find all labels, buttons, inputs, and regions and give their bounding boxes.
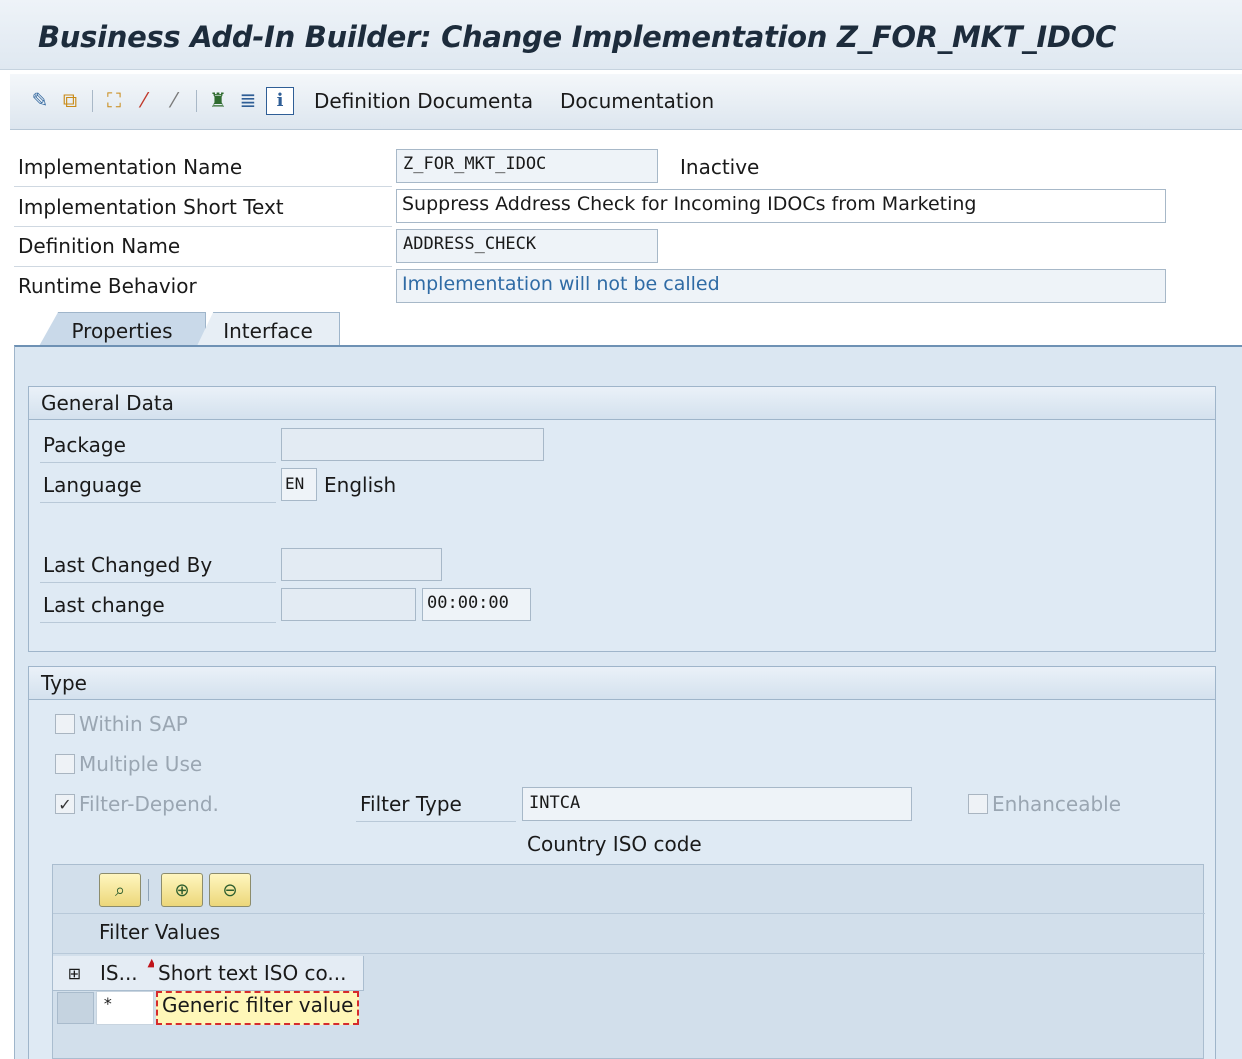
short-text-label: Implementation Short Text [18, 195, 284, 219]
select-all-icon[interactable]: ⊞ [53, 956, 97, 991]
short-text-field[interactable]: Suppress Address Check for Incoming IDOC… [396, 189, 1166, 223]
package-label: Package [43, 433, 126, 457]
short-text-cell: Generic filter value [156, 991, 359, 1025]
last-changed-by-field [281, 548, 442, 581]
multiple-use-checkbox[interactable] [55, 754, 75, 774]
tab-properties[interactable]: Properties [38, 312, 206, 348]
within-sap-checkbox[interactable] [55, 714, 75, 734]
filter-type-field: INTCA [522, 787, 912, 821]
enhanceable-label: Enhanceable [992, 792, 1122, 816]
definition-documentation-button[interactable]: Definition Documenta [314, 89, 533, 113]
divider [40, 622, 276, 623]
divider [40, 462, 276, 463]
display-change-icon[interactable]: ✎ [28, 87, 52, 113]
filter-values-title: Filter Values [99, 920, 221, 944]
divider [356, 821, 516, 822]
language-label: Language [43, 473, 142, 497]
filter-type-label: Filter Type [360, 792, 462, 816]
filter-depend-label: Filter-Depend. [79, 792, 219, 816]
title-bar: Business Add-In Builder: Change Implemen… [0, 0, 1242, 70]
divider [14, 226, 392, 227]
filter-values-table: ⌕ ⊕ ⊖ Filter Values ⊞ IS... ▲ Short text… [52, 864, 1205, 1059]
divider [14, 186, 392, 187]
enhanceable-option: Enhanceable [968, 792, 1121, 816]
last-change-label: Last change [43, 593, 165, 617]
delete-row-icon[interactable]: ⊖ [209, 873, 251, 907]
language-code-field: EN [281, 468, 317, 501]
enhanceable-checkbox[interactable] [968, 794, 988, 814]
multiple-use-option: Multiple Use [55, 752, 202, 776]
toolbar-separator [92, 90, 93, 112]
divider [40, 502, 276, 503]
details-icon[interactable]: ⌕ [99, 873, 141, 907]
filter-value-cell[interactable]: * [96, 991, 154, 1025]
copy-icon[interactable]: ⧉ [58, 87, 82, 113]
divider [14, 266, 392, 267]
within-sap-option: Within SAP [55, 712, 188, 736]
structure-icon[interactable]: ♜ [206, 87, 230, 113]
row-selector[interactable] [57, 992, 94, 1024]
wand-icon[interactable]: ⁄ [162, 87, 186, 113]
documentation-button[interactable]: Documentation [560, 89, 714, 113]
magic-wand-icon[interactable]: ⁄ [132, 87, 156, 113]
hierarchy-icon[interactable]: ⛶ [102, 87, 126, 113]
list-icon[interactable]: ≣ [236, 87, 260, 113]
runtime-behavior-field: Implementation will not be called [396, 269, 1166, 303]
multiple-use-label: Multiple Use [79, 752, 203, 776]
application-toolbar: ✎ ⧉ ⛶ ⁄ ⁄ ♜ ≣ i Definition Documenta Doc… [10, 74, 1242, 130]
tab-interface[interactable]: Interface [196, 312, 340, 348]
package-field[interactable] [281, 428, 544, 461]
divider [40, 582, 276, 583]
column-header-short-text[interactable]: Short text ISO co... [154, 956, 364, 991]
last-change-time-field: 00:00:00 [422, 588, 531, 621]
filter-depend-checkbox[interactable]: ✓ [55, 794, 75, 814]
implementation-name-field: Z_FOR_MKT_IDOC [396, 149, 658, 183]
runtime-behavior-label: Runtime Behavior [18, 274, 197, 298]
filter-type-description: Country ISO code [527, 832, 702, 856]
language-name: English [324, 473, 397, 497]
filter-depend-option: ✓ Filter-Depend. [55, 792, 219, 816]
definition-name-field: ADDRESS_CHECK [396, 229, 658, 263]
insert-row-icon[interactable]: ⊕ [161, 873, 203, 907]
definition-name-label: Definition Name [18, 234, 181, 258]
last-change-date-field [281, 588, 416, 621]
window-title: Business Add-In Builder: Change Implemen… [38, 20, 1116, 54]
column-header-iso-label: IS... [100, 961, 138, 985]
implementation-status: Inactive [680, 155, 760, 179]
general-data-group: General Data [28, 386, 1216, 652]
within-sap-label: Within SAP [79, 712, 188, 736]
toolbar-separator [148, 879, 149, 901]
last-changed-by-label: Last Changed By [43, 553, 213, 577]
implementation-name-label: Implementation Name [18, 155, 243, 179]
type-group-title: Type [29, 667, 1215, 700]
general-data-title: General Data [29, 387, 1215, 420]
info-icon[interactable]: i [266, 87, 294, 115]
column-header-iso[interactable]: IS... ▲ [96, 956, 159, 991]
divider [53, 913, 1205, 914]
toolbar-separator [196, 90, 197, 112]
divider [53, 953, 1205, 954]
